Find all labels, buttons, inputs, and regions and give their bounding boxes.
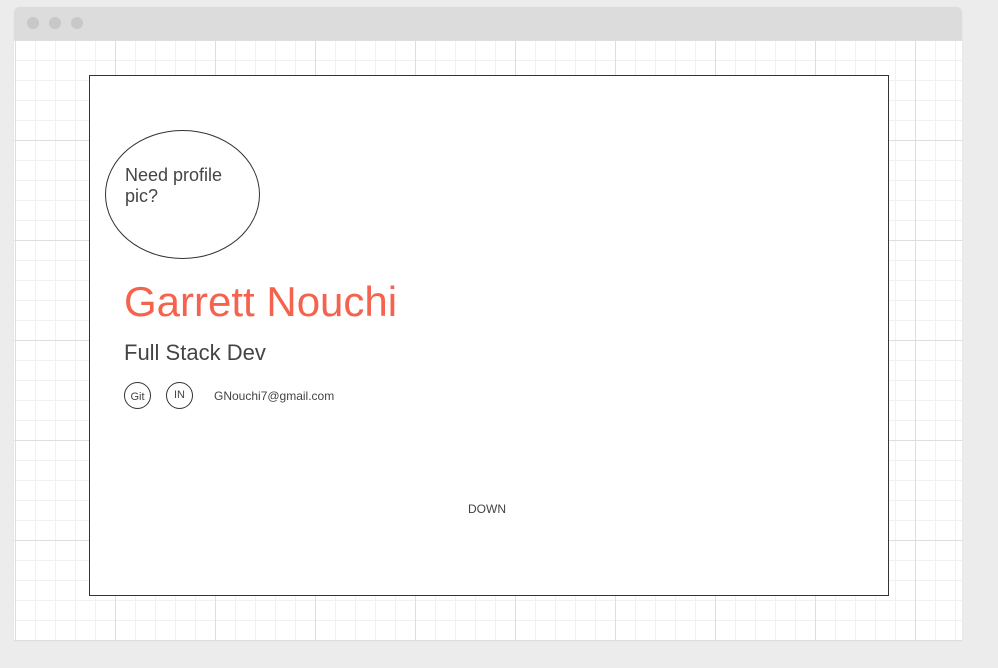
github-link-button[interactable]: Git (124, 382, 151, 409)
avatar-placeholder[interactable]: Need profile pic? (105, 130, 260, 259)
window-titlebar (14, 7, 962, 40)
avatar-placeholder-text: Need profile pic? (125, 165, 223, 206)
profile-role: Full Stack Dev (124, 340, 266, 365)
email-address[interactable]: GNouchi7@gmail.com (214, 389, 334, 403)
profile-name: Garrett Nouchi (124, 278, 398, 325)
window-maximize-dot-icon[interactable] (71, 17, 83, 29)
linkedin-link-label: IN (174, 389, 185, 401)
github-link-label: Git (130, 391, 145, 403)
window-close-dot-icon[interactable] (27, 17, 39, 29)
scroll-down-link[interactable]: DOWN (468, 502, 506, 516)
profile-card-frame: Need profile pic? Garrett Nouchi Full St… (89, 75, 889, 596)
linkedin-link-button[interactable]: IN (166, 382, 193, 409)
window-minimize-dot-icon[interactable] (49, 17, 61, 29)
